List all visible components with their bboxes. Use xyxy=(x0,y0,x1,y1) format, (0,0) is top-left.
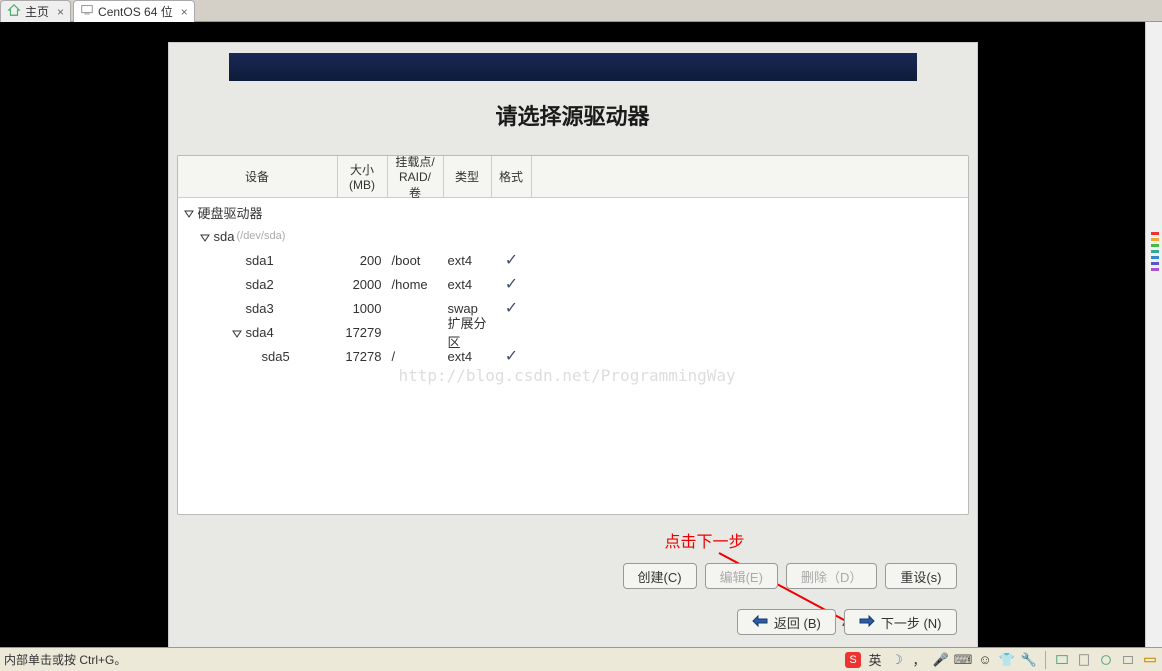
expand-icon[interactable] xyxy=(232,327,242,337)
vm-tray-icon-4[interactable] xyxy=(1120,652,1136,668)
button-label: 下一步 (N) xyxy=(881,613,942,632)
partition-format: ✓ xyxy=(492,250,532,270)
vm-icon xyxy=(80,3,94,20)
page-title: 请选择源驱动器 xyxy=(169,99,977,131)
vm-display: 请选择源驱动器 设备 大小 (MB) 挂载点/ RAID/卷 类型 格式 硬盘驱… xyxy=(0,22,1145,647)
annotation-text: 点击下一步 xyxy=(665,528,745,552)
col-mount[interactable]: 挂载点/ RAID/卷 xyxy=(388,156,444,197)
tray-divider xyxy=(1045,651,1046,669)
smile-icon[interactable]: ☺ xyxy=(977,652,993,668)
partition-mount: /boot xyxy=(388,253,444,268)
table-row[interactable]: sda417279扩展分区 xyxy=(178,320,968,344)
delete-button: 删除（D） xyxy=(786,563,877,589)
tab-label: 主页 xyxy=(25,3,49,20)
tabs-bar: 主页 × CentOS 64 位 × xyxy=(0,0,1162,22)
tree-row-root[interactable]: 硬盘驱动器 xyxy=(178,200,968,224)
installer-window: 请选择源驱动器 设备 大小 (MB) 挂载点/ RAID/卷 类型 格式 硬盘驱… xyxy=(168,42,978,650)
partition-size: 200 xyxy=(338,253,388,268)
arrow-left-icon xyxy=(752,615,768,630)
nav-actions: 返回 (B) 下一步 (N) xyxy=(737,609,957,635)
partition-type: ext4 xyxy=(444,277,492,292)
partition-size: 2000 xyxy=(338,277,388,292)
skin-icon[interactable]: 👕 xyxy=(999,652,1015,668)
table-body: 硬盘驱动器 sda (/dev/sda) sda1200/bootext4✓sd… xyxy=(178,198,968,368)
partition-size: 17279 xyxy=(338,325,388,340)
partition-name: sda3 xyxy=(246,301,274,316)
tab-label: CentOS 64 位 xyxy=(98,3,173,20)
reset-button[interactable]: 重设(s) xyxy=(885,563,956,589)
statusbar: 内部单击或按 Ctrl+G。 S 英 ☽ ， 🎤 ⌨ ☺ 👕 🔧 xyxy=(0,647,1162,671)
tree-row-disk[interactable]: sda (/dev/sda) xyxy=(178,224,968,248)
create-button[interactable]: 创建(C) xyxy=(623,563,697,589)
vm-tray-icon-5[interactable] xyxy=(1142,652,1158,668)
system-tray: S 英 ☽ ， 🎤 ⌨ ☺ 👕 🔧 xyxy=(845,651,1158,669)
button-label: 返回 (B) xyxy=(774,613,821,632)
status-text: 内部单击或按 Ctrl+G。 xyxy=(4,651,126,668)
edit-button: 编辑(E) xyxy=(705,563,778,589)
partition-mount: /home xyxy=(388,277,444,292)
close-icon[interactable]: × xyxy=(57,5,64,19)
ime-sogou-icon[interactable]: S xyxy=(845,652,861,668)
partition-name: sda4 xyxy=(246,325,274,340)
table-header: 设备 大小 (MB) 挂载点/ RAID/卷 类型 格式 xyxy=(178,156,968,198)
partition-table: 设备 大小 (MB) 挂载点/ RAID/卷 类型 格式 硬盘驱动器 xyxy=(177,155,969,515)
expand-icon[interactable] xyxy=(200,231,210,241)
partition-type: ext4 xyxy=(444,349,492,364)
vm-tray-icon-1[interactable] xyxy=(1054,652,1070,668)
vm-tray-icon-2[interactable] xyxy=(1076,652,1092,668)
table-row[interactable]: sda2 2000/homeext4✓ xyxy=(178,272,968,296)
partition-name: sda1 xyxy=(246,253,274,268)
col-type[interactable]: 类型 xyxy=(444,156,492,197)
scroll-marks xyxy=(1151,232,1159,274)
partition-format: ✓ xyxy=(492,298,532,318)
arrow-right-icon xyxy=(859,615,875,630)
comma-icon[interactable]: ， xyxy=(911,652,927,668)
table-row[interactable]: sda5 17278/ext4✓ xyxy=(178,344,968,368)
tree-label: sda xyxy=(214,229,235,244)
tab-home[interactable]: 主页 × xyxy=(0,0,71,22)
partition-actions: 创建(C) 编辑(E) 删除（D） 重设(s) xyxy=(623,563,957,589)
col-device[interactable]: 设备 xyxy=(178,156,338,197)
back-button[interactable]: 返回 (B) xyxy=(737,609,836,635)
wrench-icon[interactable]: 🔧 xyxy=(1021,652,1037,668)
col-size[interactable]: 大小 (MB) xyxy=(338,156,388,197)
tree-label: 硬盘驱动器 xyxy=(198,203,263,222)
partition-name: sda5 xyxy=(262,349,290,364)
next-button[interactable]: 下一步 (N) xyxy=(844,609,957,635)
col-format[interactable]: 格式 xyxy=(492,156,532,197)
partition-type: ext4 xyxy=(444,253,492,268)
table-row[interactable]: sda31000swap✓ xyxy=(178,296,968,320)
partition-size: 1000 xyxy=(338,301,388,316)
home-icon xyxy=(7,3,21,20)
partition-format: ✓ xyxy=(492,346,532,366)
partition-name: sda2 xyxy=(246,277,274,292)
partition-size: 17278 xyxy=(338,349,388,364)
tab-centos[interactable]: CentOS 64 位 × xyxy=(73,0,195,22)
vm-tray-icon-3[interactable] xyxy=(1098,652,1114,668)
table-row[interactable]: sda1 200/bootext4✓ xyxy=(178,248,968,272)
ime-lang-icon[interactable]: 英 xyxy=(867,652,883,668)
partition-format: ✓ xyxy=(492,274,532,294)
installer-banner xyxy=(229,53,917,81)
moon-icon[interactable]: ☽ xyxy=(889,652,905,668)
close-icon[interactable]: × xyxy=(181,5,188,19)
scrollbar[interactable] xyxy=(1145,22,1162,647)
expand-icon[interactable] xyxy=(184,207,194,217)
keyboard-icon[interactable]: ⌨ xyxy=(955,652,971,668)
partition-mount: / xyxy=(388,349,444,364)
mic-icon[interactable]: 🎤 xyxy=(933,652,949,668)
device-path: (/dev/sda) xyxy=(236,230,285,242)
partition-type: 扩展分区 xyxy=(444,313,492,351)
